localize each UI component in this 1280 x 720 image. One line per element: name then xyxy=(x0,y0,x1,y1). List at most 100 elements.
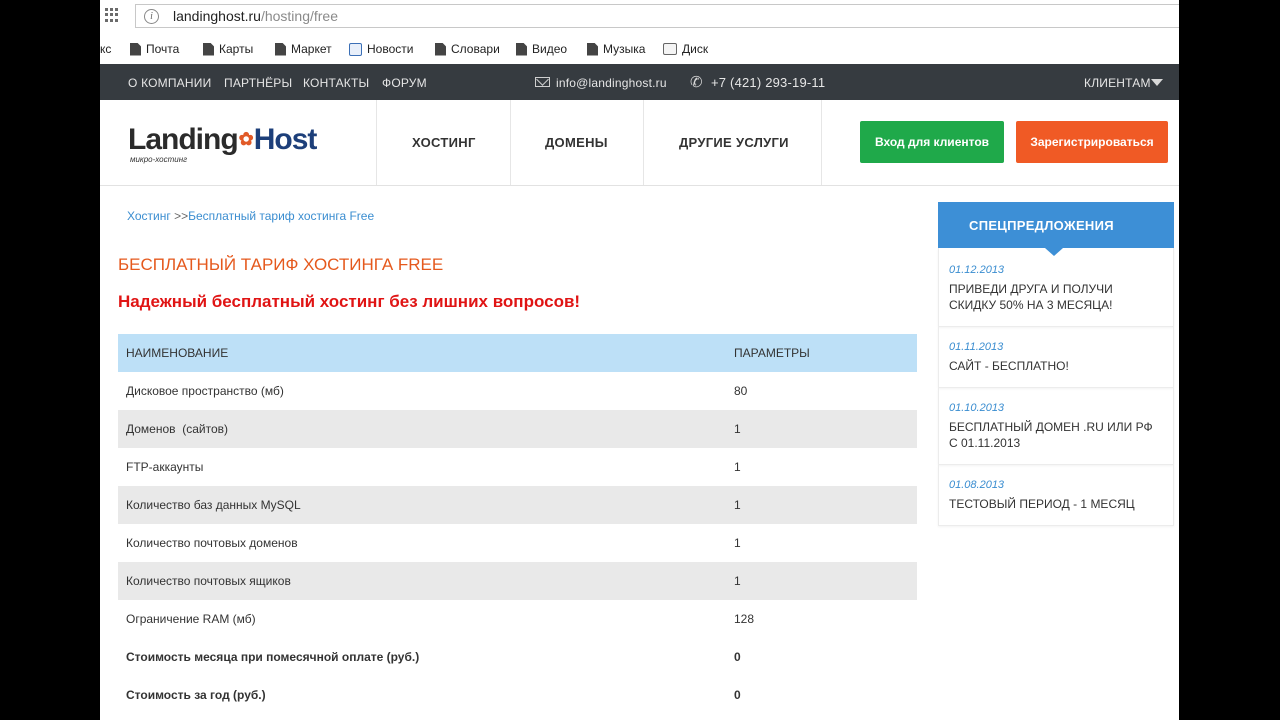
address-bar: i landinghost.ru/hosting/free xyxy=(100,0,1179,34)
nav-divider xyxy=(643,100,644,185)
bookmark-news[interactable]: Новости xyxy=(349,42,413,56)
logo-tagline: микро-хостинг xyxy=(130,155,188,164)
browser-window: i landinghost.ru/hosting/free кс Почта К… xyxy=(100,0,1179,720)
bookmark-maps[interactable]: Карты xyxy=(203,42,253,56)
chevron-down-icon[interactable] xyxy=(1151,79,1163,86)
offer-item[interactable]: 01.11.2013 САЙТ - БЕСПЛАТНО! xyxy=(938,327,1174,388)
param-name: Ограничение RAM (мб) xyxy=(126,612,256,626)
table-row: Дисковое пространство (мб) 80 xyxy=(118,372,917,410)
breadcrumb-hosting-link[interactable]: Хостинг xyxy=(127,209,171,223)
offer-text[interactable]: САЙТ - БЕСПЛАТНО! xyxy=(949,358,1163,374)
table-row: Количество почтовых доменов 1 xyxy=(118,524,917,562)
bookmark-market[interactable]: Маркет xyxy=(275,42,332,56)
url-host: landinghost.ru xyxy=(173,8,261,24)
param-value: 1 xyxy=(734,460,741,474)
breadcrumb-current[interactable]: Бесплатный тариф хостинга Free xyxy=(188,209,374,223)
topbar-link-contacts[interactable]: КОНТАКТЫ xyxy=(303,76,369,90)
bookmark-mail[interactable]: Почта xyxy=(130,42,179,56)
nav-divider xyxy=(821,100,822,185)
logo-part-landing: Landing xyxy=(128,123,239,156)
nav-hosting[interactable]: ХОСТИНГ xyxy=(412,135,476,150)
bookmark-yandex[interactable]: кс xyxy=(100,42,111,56)
page-subtitle: Надежный бесплатный хостинг без лишних в… xyxy=(118,292,581,311)
phone-icon: ✆ xyxy=(690,74,703,91)
bookmark-dictionaries[interactable]: Словари xyxy=(435,42,500,56)
bookmark-video[interactable]: Видео xyxy=(516,42,567,56)
site-top-bar: О КОМПАНИИ ПАРТНЁРЫ КОНТАКТЫ ФОРУМ info@… xyxy=(100,64,1179,100)
page-icon xyxy=(435,42,446,56)
logo-part-host: Host xyxy=(253,123,318,156)
offer-date: 01.08.2013 xyxy=(949,479,1005,491)
table-row: Доменов (сайтов) 1 xyxy=(118,410,917,448)
offer-date: 01.11.2013 xyxy=(949,341,1004,353)
param-value: 80 xyxy=(734,384,748,398)
topbar-link-forum[interactable]: ФОРУМ xyxy=(382,76,427,90)
breadcrumb-separator: >> xyxy=(174,209,189,223)
mail-icon xyxy=(535,77,550,87)
page-icon xyxy=(516,42,527,56)
plan-parameters-table: НАИМЕНОВАНИЕ ПАРАМЕТРЫ Дисковое простран… xyxy=(118,334,917,714)
news-icon xyxy=(349,42,362,56)
site-header: Landing✿Host микро-хостинг ХОСТИНГ ДОМЕН… xyxy=(100,100,1179,186)
nav-other-services[interactable]: ДРУГИЕ УСЛУГИ xyxy=(679,135,789,150)
offer-item[interactable]: 01.10.2013 БЕСПЛАТНЫЙ ДОМЕН .RU ИЛИ РФ С… xyxy=(938,388,1174,465)
apps-grid-icon[interactable] xyxy=(105,8,119,22)
breadcrumb: Хостинг >>Бесплатный тариф хостинга Free xyxy=(127,209,374,223)
offer-date: 01.12.2013 xyxy=(949,264,1005,276)
page-title: БЕСПЛАТНЫЙ ТАРИФ ХОСТИНГА FREE xyxy=(118,255,444,274)
offer-item[interactable]: 01.12.2013 ПРИВЕДИ ДРУГА И ПОЛУЧИ СКИДКУ… xyxy=(938,248,1174,327)
bookmarks-bar: кс Почта Карты Маркет Новости Словари Ви… xyxy=(100,34,1179,64)
param-name: FTP-аккаунты xyxy=(126,460,204,474)
offer-item[interactable]: 01.08.2013 ТЕСТОВЫЙ ПЕРИОД - 1 МЕСЯЦ xyxy=(938,465,1174,526)
table-row: Ограничение RAM (мб) 128 xyxy=(118,600,917,638)
topbar-clients-menu[interactable]: КЛИЕНТАМ xyxy=(1084,76,1151,90)
flower-icon: ✿ xyxy=(238,129,254,149)
login-button[interactable]: Вход для клиентов xyxy=(860,121,1004,163)
topbar-link-about[interactable]: О КОМПАНИИ xyxy=(128,76,211,90)
bookmark-disk[interactable]: Диск xyxy=(663,42,708,56)
nav-divider xyxy=(510,100,511,185)
param-value: 1 xyxy=(734,536,741,550)
param-value: 1 xyxy=(726,562,917,600)
table-row: Количество баз данных MySQL 1 xyxy=(118,486,917,524)
nav-divider xyxy=(376,100,377,185)
param-name: Доменов (сайтов) xyxy=(118,410,726,448)
register-button[interactable]: Зарегистрироваться xyxy=(1016,121,1168,163)
topbar-link-partners[interactable]: ПАРТНЁРЫ xyxy=(224,76,292,90)
param-value: 0 xyxy=(734,650,741,664)
table-row: Стоимость за год (руб.) 0 xyxy=(118,676,917,714)
offer-date: 01.10.2013 xyxy=(949,402,1005,414)
param-name: Стоимость за год (руб.) xyxy=(126,688,266,702)
url-field[interactable]: i landinghost.ru/hosting/free xyxy=(135,4,1179,28)
table-row: FTP-аккаунты 1 xyxy=(118,448,917,486)
topbar-email[interactable]: info@landinghost.ru xyxy=(556,76,667,90)
special-offers-sidebar: СПЕЦПРЕДЛОЖЕНИЯ 01.12.2013 ПРИВЕДИ ДРУГА… xyxy=(938,202,1174,526)
site-info-icon[interactable]: i xyxy=(144,9,159,24)
param-value: 0 xyxy=(734,688,741,702)
param-value: 1 xyxy=(726,410,917,448)
table-row: Стоимость месяца при помесячной оплате (… xyxy=(118,638,917,676)
column-header-params: ПАРАМЕТРЫ xyxy=(726,334,917,372)
page-icon xyxy=(587,42,598,56)
disk-icon xyxy=(663,43,677,55)
nav-domains[interactable]: ДОМЕНЫ xyxy=(545,135,608,150)
param-name: Количество баз данных MySQL xyxy=(118,486,726,524)
page-icon xyxy=(275,42,286,56)
param-name: Количество почтовых ящиков xyxy=(118,562,726,600)
page-icon xyxy=(130,42,141,56)
param-value: 1 xyxy=(726,486,917,524)
table-row: Количество почтовых ящиков 1 xyxy=(118,562,917,600)
offer-text[interactable]: ПРИВЕДИ ДРУГА И ПОЛУЧИ СКИДКУ 50% НА 3 М… xyxy=(949,281,1163,313)
special-offers-title: СПЕЦПРЕДЛОЖЕНИЯ xyxy=(938,202,1174,256)
offer-text[interactable]: БЕСПЛАТНЫЙ ДОМЕН .RU ИЛИ РФ С 01.11.2013 xyxy=(949,419,1163,451)
page-icon xyxy=(203,42,214,56)
url-text[interactable]: landinghost.ru/hosting/free xyxy=(173,8,338,24)
offer-text[interactable]: ТЕСТОВЫЙ ПЕРИОД - 1 МЕСЯЦ xyxy=(949,496,1163,512)
column-header-name: НАИМЕНОВАНИЕ xyxy=(118,334,726,372)
param-name: Стоимость месяца при помесячной оплате (… xyxy=(126,650,420,664)
topbar-phone: +7 (421) 293-19-11 xyxy=(711,75,826,90)
bookmark-music[interactable]: Музыка xyxy=(587,42,645,56)
param-name: Количество почтовых доменов xyxy=(126,536,298,550)
site-logo[interactable]: Landing✿Host микро-хостинг xyxy=(128,123,318,164)
param-name: Дисковое пространство (мб) xyxy=(126,384,284,398)
